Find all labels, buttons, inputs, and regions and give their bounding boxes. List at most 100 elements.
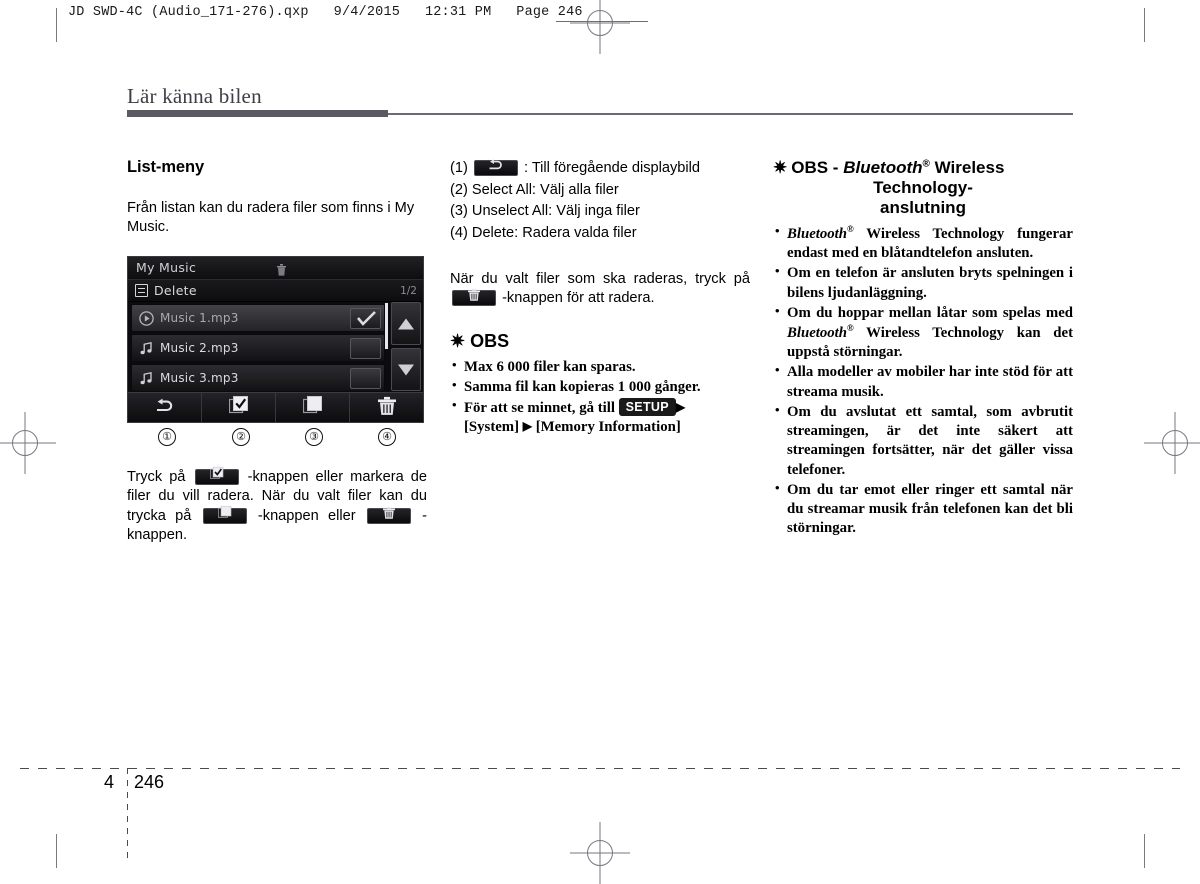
device-subtitle-bar: Delete 1/2 xyxy=(128,280,423,302)
folio-page-number: 246 xyxy=(134,772,165,792)
callout-number-2: ② xyxy=(232,428,250,446)
list-item[interactable]: Music 3.mp3 xyxy=(131,364,385,392)
arrow-down-icon[interactable] xyxy=(391,348,421,391)
back-arrow-chip xyxy=(473,158,518,179)
delete-instruction-part-2: -knappen för att radera. xyxy=(502,290,655,307)
numbered-item-4: (4) Delete: Radera valda filer xyxy=(450,223,750,244)
back-arrow-icon xyxy=(487,158,505,179)
print-slug: JD SWD-4C (Audio_171-276).qxp 9/4/2015 1… xyxy=(68,5,583,20)
numbered-item-4-number: (4) xyxy=(450,225,468,242)
note-heading-prefix: OBS - xyxy=(791,158,844,177)
numbered-item-2: (2) Select All: Välj alla filer xyxy=(450,180,750,201)
note-heading-obs: ✷ OBS xyxy=(450,331,750,352)
note-heading-bluetooth: ✷ OBS - Bluetooth® Wireless Technology- a… xyxy=(773,158,1073,218)
unselect-all-button[interactable] xyxy=(276,393,350,422)
music-note-icon xyxy=(139,371,154,386)
device-title: My Music xyxy=(136,260,197,275)
crop-mark-bottom-right xyxy=(1144,834,1145,868)
back-button[interactable] xyxy=(128,393,202,422)
select-all-button[interactable] xyxy=(202,393,276,422)
setup-badge: SETUP xyxy=(618,398,676,417)
footer-dashed-rule xyxy=(20,768,1180,769)
delete-instruction-part-1: När du valt filer som ska raderas, tryck… xyxy=(450,270,750,287)
note-path-memory: [Memory Information] xyxy=(535,419,681,436)
list-item-label: Music 2.mp3 xyxy=(160,341,239,355)
slug-underline xyxy=(556,21,648,22)
numbered-item-4-text: Delete: Radera valda filer xyxy=(471,225,637,242)
music-note-icon xyxy=(139,341,154,356)
delete-chip xyxy=(452,289,496,308)
row-checkbox-checked[interactable] xyxy=(350,308,381,329)
instruction-part-1: Tryck på xyxy=(127,469,186,485)
header-rule-light xyxy=(388,113,1073,115)
list-item-label: Music 3.mp3 xyxy=(160,371,239,385)
delete-trash-icon xyxy=(382,506,395,525)
column-left: List-meny Från listan kan du radera file… xyxy=(127,158,427,543)
list-menu-icon xyxy=(135,284,148,297)
callout-number-3: ③ xyxy=(305,428,323,446)
note-heading-line2: Technology- xyxy=(873,178,973,197)
note-item-text-before: Om du hoppar mellan låtar som spelas med xyxy=(787,304,1073,321)
header-rule-dark xyxy=(127,110,388,117)
asterisk-icon: ✷ xyxy=(773,158,788,177)
crop-mark-top-right xyxy=(1144,8,1145,42)
asterisk-icon: ✷ xyxy=(450,330,466,351)
device-page-indicator: 1/2 xyxy=(400,285,417,297)
select-all-chip xyxy=(194,466,239,487)
arrow-right-icon: ▶ xyxy=(522,419,532,434)
device-toolbar xyxy=(128,392,423,422)
chapter-title: Lär känna bilen xyxy=(127,84,262,108)
numbered-item-1: (1) : Till föregående displaybild xyxy=(450,158,750,179)
note-item: Max 6 000 filer kan sparas. xyxy=(450,357,750,377)
numbered-item-3-number: (3) xyxy=(450,203,468,220)
note-list-middle: Max 6 000 filer kan sparas. Samma fil ka… xyxy=(450,357,750,438)
list-item[interactable]: Music 2.mp3 xyxy=(131,334,385,362)
device-scroll-controls xyxy=(389,302,423,393)
instruction-part-3: -knappen eller xyxy=(257,507,356,524)
numbered-item-1-number: (1) xyxy=(450,160,468,176)
instruction-paragraph: Tryck på -knappen eller markera de filer… xyxy=(127,466,427,546)
note-list-right: Bluetooth® Wireless Technology fungerar … xyxy=(773,223,1073,539)
numbered-item-3: (3) Unselect All: Välj inga filer xyxy=(450,201,750,222)
section-heading-list-menu: List-meny xyxy=(127,158,205,176)
note-path-system: [System] xyxy=(464,419,520,436)
arrow-right-icon: ▶ xyxy=(675,400,686,415)
crop-mark-top-left xyxy=(56,8,57,42)
note-item: För att se minnet, gå till SETUP▶ [Syste… xyxy=(450,397,750,437)
note-item: Alla modeller av mobiler har inte stöd f… xyxy=(773,362,1073,401)
body-columns: List-meny Från listan kan du radera file… xyxy=(127,158,1074,718)
numbered-item-2-number: (2) xyxy=(450,181,468,198)
registration-mark-right xyxy=(1144,412,1200,474)
row-checkbox-unchecked[interactable] xyxy=(350,368,381,389)
select-all-icon xyxy=(228,395,249,420)
arrow-up-icon[interactable] xyxy=(391,302,421,345)
note-heading-line3: anslutning xyxy=(880,198,966,217)
note-item: Om du avslutat ett samtal, som avbrutit … xyxy=(773,402,1073,480)
infotainment-screenshot: My Music Delete 1/2 Music 1.mp3 Music 2.… xyxy=(127,256,424,423)
note-heading-rest: Wireless xyxy=(929,158,1005,177)
scrollbar-track[interactable] xyxy=(385,303,388,349)
crop-mark-bottom-left xyxy=(56,834,57,868)
device-subtitle: Delete xyxy=(154,283,197,298)
delete-button[interactable] xyxy=(350,393,423,422)
row-checkbox-unchecked[interactable] xyxy=(350,338,381,359)
intro-paragraph: Från listan kan du radera filer som finn… xyxy=(127,200,415,236)
delete-trash-icon xyxy=(377,396,396,419)
callout-number-4: ④ xyxy=(378,428,396,446)
device-title-bar: My Music xyxy=(128,257,423,280)
registered-mark: ® xyxy=(847,224,854,234)
delete-instruction-paragraph: När du valt filer som ska raderas, tryck… xyxy=(450,270,750,309)
delete-chip xyxy=(366,506,411,525)
list-item-label: Music 1.mp3 xyxy=(160,311,239,325)
note-item: Samma fil kan kopieras 1 000 gånger. xyxy=(450,377,750,397)
list-item[interactable]: Music 1.mp3 xyxy=(131,304,385,332)
numbered-item-1-text: : Till föregående displaybild xyxy=(523,160,701,176)
registered-mark: ® xyxy=(922,158,930,170)
delete-trash-icon xyxy=(468,289,480,308)
column-right: ✷ OBS - Bluetooth® Wireless Technology- a… xyxy=(773,158,1073,540)
numbered-item-3-text: Unselect All: Välj inga filer xyxy=(471,203,640,220)
trash-icon xyxy=(277,261,286,276)
note-item: Om en telefon är ansluten bryts spelning… xyxy=(773,263,1073,302)
unselect-all-icon xyxy=(302,395,323,420)
select-all-icon xyxy=(209,466,224,487)
